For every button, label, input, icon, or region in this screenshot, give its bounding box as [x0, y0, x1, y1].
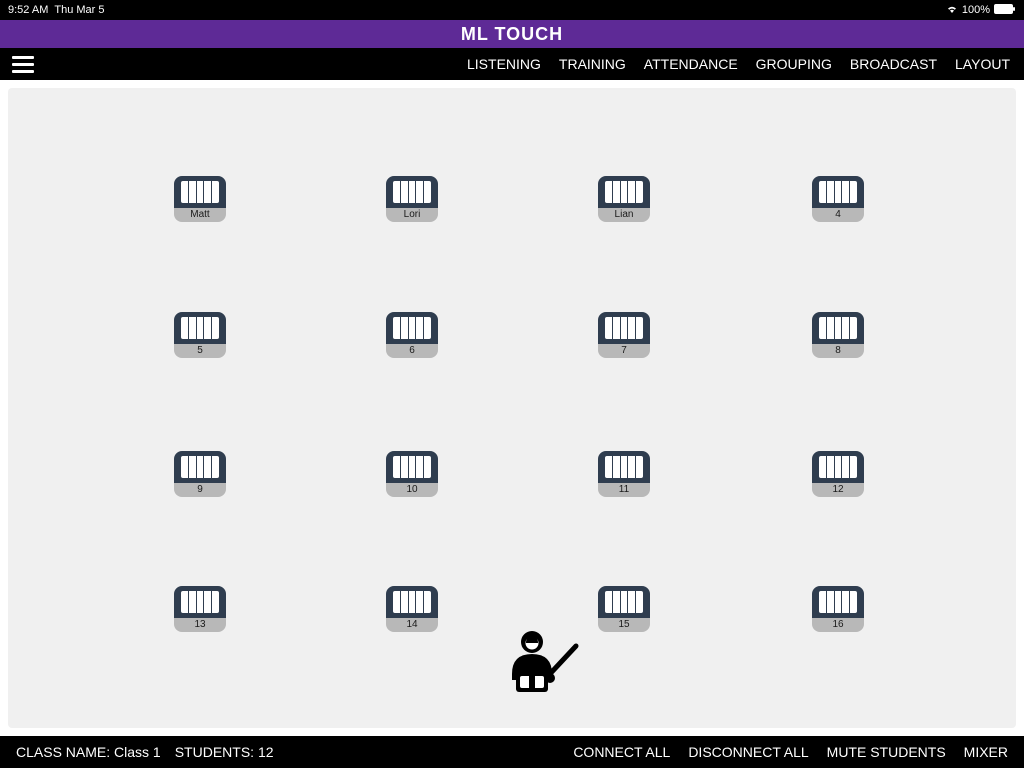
station-4[interactable]: 4 [812, 176, 864, 222]
keyboard-icon [812, 176, 864, 208]
nav-links: LISTENING TRAINING ATTENDANCE GROUPING B… [467, 56, 1010, 72]
station-label: Lian [598, 208, 650, 222]
keyboard-icon [598, 176, 650, 208]
battery-icon [994, 4, 1016, 17]
keyboard-icon [386, 312, 438, 344]
station-3[interactable]: Lian [598, 176, 650, 222]
nav-training[interactable]: TRAINING [559, 56, 626, 72]
station-8[interactable]: 8 [812, 312, 864, 358]
keyboard-icon [386, 586, 438, 618]
station-15[interactable]: 15 [598, 586, 650, 632]
keyboard-icon [386, 176, 438, 208]
station-label: 8 [812, 344, 864, 358]
station-label: 6 [386, 344, 438, 358]
footer-bar: CLASS NAME: Class 1 STUDENTS: 12 CONNECT… [0, 736, 1024, 768]
station-1[interactable]: Matt [174, 176, 226, 222]
keyboard-icon [598, 312, 650, 344]
station-14[interactable]: 14 [386, 586, 438, 632]
keyboard-icon [174, 586, 226, 618]
station-6[interactable]: 6 [386, 312, 438, 358]
station-label: 7 [598, 344, 650, 358]
station-label: 14 [386, 618, 438, 632]
nav-broadcast[interactable]: BROADCAST [850, 56, 937, 72]
layout-canvas[interactable]: Matt Lori Lian 4 5 6 7 8 9 10 11 12 13 14 15 16 [8, 88, 1016, 728]
nav-bar: LISTENING TRAINING ATTENDANCE GROUPING B… [0, 48, 1024, 80]
menu-icon[interactable] [12, 56, 34, 73]
station-label: Lori [386, 208, 438, 222]
station-12[interactable]: 12 [812, 451, 864, 497]
teacher-icon[interactable] [498, 628, 588, 708]
mute-students-button[interactable]: MUTE STUDENTS [827, 744, 946, 760]
station-label: 15 [598, 618, 650, 632]
station-label: 12 [812, 483, 864, 497]
station-label: 5 [174, 344, 226, 358]
keyboard-icon [598, 586, 650, 618]
students-field: STUDENTS: 12 [175, 744, 274, 760]
station-7[interactable]: 7 [598, 312, 650, 358]
keyboard-icon [812, 451, 864, 483]
keyboard-icon [174, 451, 226, 483]
station-label: 9 [174, 483, 226, 497]
station-2[interactable]: Lori [386, 176, 438, 222]
wifi-icon [946, 4, 958, 17]
station-label: 4 [812, 208, 864, 222]
station-label: 11 [598, 483, 650, 497]
keyboard-icon [812, 586, 864, 618]
station-9[interactable]: 9 [174, 451, 226, 497]
keyboard-icon [174, 312, 226, 344]
nav-listening[interactable]: LISTENING [467, 56, 541, 72]
app-title: ML TOUCH [461, 24, 563, 45]
station-10[interactable]: 10 [386, 451, 438, 497]
nav-layout[interactable]: LAYOUT [955, 56, 1010, 72]
station-label: Matt [174, 208, 226, 222]
station-5[interactable]: 5 [174, 312, 226, 358]
station-16[interactable]: 16 [812, 586, 864, 632]
station-label: 16 [812, 618, 864, 632]
keyboard-icon [174, 176, 226, 208]
app-title-bar: ML TOUCH [0, 20, 1024, 48]
station-label: 13 [174, 618, 226, 632]
disconnect-all-button[interactable]: DISCONNECT ALL [688, 744, 808, 760]
connect-all-button[interactable]: CONNECT ALL [573, 744, 670, 760]
keyboard-icon [386, 451, 438, 483]
class-name-field: CLASS NAME: Class 1 [16, 744, 161, 760]
status-battery-text: 100% [962, 4, 990, 16]
nav-grouping[interactable]: GROUPING [756, 56, 832, 72]
nav-attendance[interactable]: ATTENDANCE [644, 56, 738, 72]
station-11[interactable]: 11 [598, 451, 650, 497]
status-bar: 9:52 AM Thu Mar 5 100% [0, 0, 1024, 20]
status-time: 9:52 AM [8, 4, 48, 16]
station-label: 10 [386, 483, 438, 497]
keyboard-icon [598, 451, 650, 483]
keyboard-icon [812, 312, 864, 344]
status-date: Thu Mar 5 [54, 4, 104, 16]
station-13[interactable]: 13 [174, 586, 226, 632]
mixer-button[interactable]: MIXER [964, 744, 1008, 760]
